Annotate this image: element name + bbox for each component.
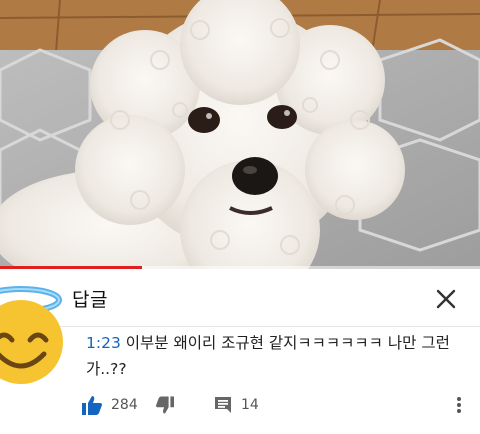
panel-title: 답글 [72, 289, 108, 311]
dislike-button[interactable] [156, 390, 174, 420]
thumbs-up-icon [82, 395, 102, 415]
close-button[interactable] [428, 283, 464, 315]
reply-count: 14 [241, 397, 259, 413]
thumbs-down-icon [156, 396, 174, 414]
reply-comment-text: 1:23 이부분 왜이리 조규현 같지ㅋㅋㅋㅋㅋㅋ 나만 그런가..?? [86, 330, 458, 382]
like-button[interactable]: 284 [82, 390, 138, 420]
like-count: 284 [111, 397, 138, 413]
timestamp-link[interactable]: 1:23 [86, 334, 121, 352]
more-options-button[interactable] [448, 390, 470, 420]
more-vertical-icon [457, 397, 461, 413]
video-player[interactable] [0, 0, 480, 269]
comment-body: 이부분 왜이리 조규현 같지ㅋㅋㅋㅋㅋㅋ 나만 그런가..?? [86, 334, 450, 378]
comment-icon [215, 397, 231, 413]
commenter-avatar[interactable] [0, 280, 74, 386]
reply-button[interactable]: 14 [214, 390, 259, 420]
smiling-face-with-halo-icon [0, 286, 63, 384]
comment-actions: 284 14 [0, 390, 480, 422]
close-icon [436, 289, 456, 309]
dog-photo [0, 0, 480, 269]
